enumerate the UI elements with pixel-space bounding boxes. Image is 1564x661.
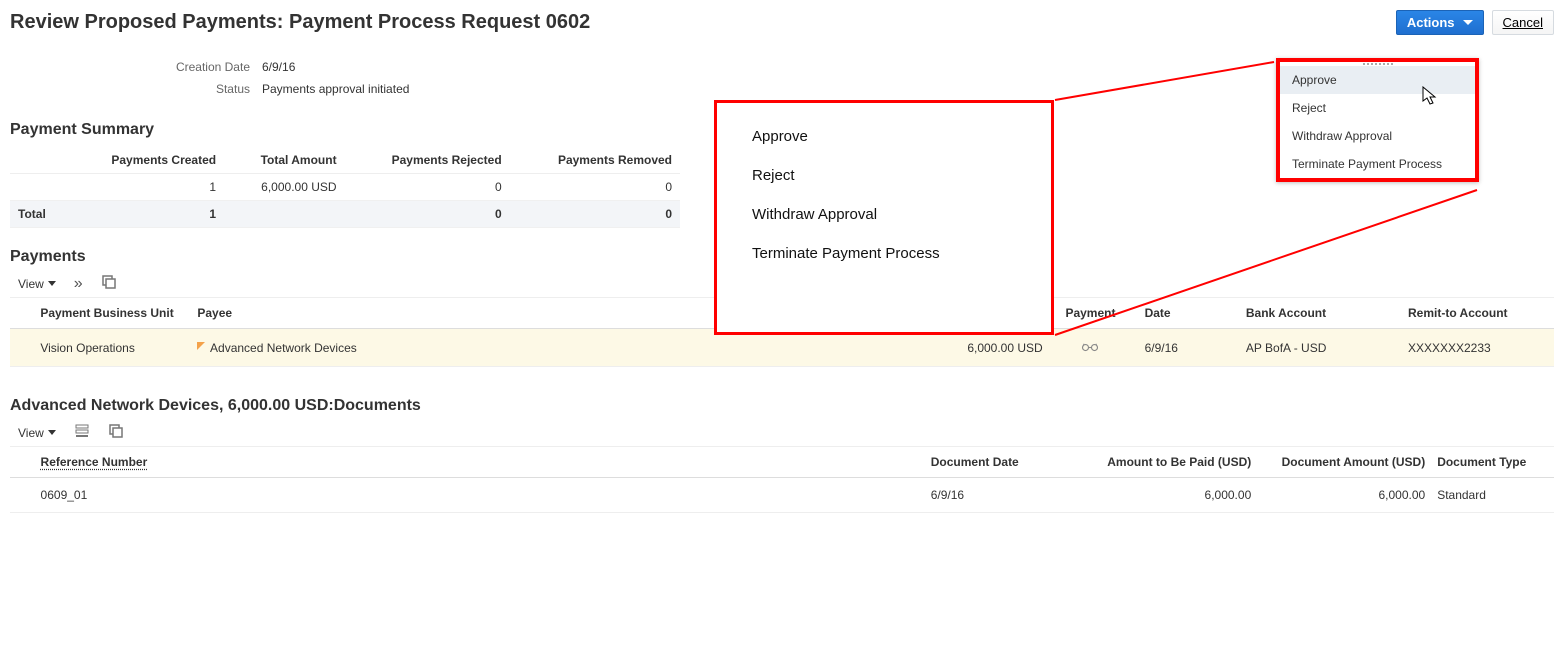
actions-button[interactable]: Actions	[1396, 10, 1484, 35]
callout-approve: Approve	[752, 128, 1026, 145]
documents-header-row: Reference Number Document Date Amount to…	[10, 447, 1554, 478]
summary-total-row: Total 1 0 0	[10, 201, 680, 228]
chevron-down-icon	[48, 430, 56, 435]
summary-total-rejected: 0	[345, 201, 510, 228]
summary-total-created: 1	[66, 201, 224, 228]
actions-menu-reject[interactable]: Reject	[1280, 94, 1475, 122]
summary-col-removed: Payments Removed	[510, 147, 680, 174]
callout-terminate: Terminate Payment Process	[752, 245, 1026, 262]
chevron-down-icon	[48, 281, 56, 286]
documents-col-docamount: Document Amount (USD)	[1257, 447, 1431, 478]
chevron-down-icon	[1463, 20, 1473, 25]
payments-col-bank: Bank Account	[1240, 298, 1402, 329]
documents-row-tobepaid: 6,000.00	[1083, 478, 1257, 513]
documents-row-date: 6/9/16	[925, 478, 1084, 513]
documents-toolbar: View	[18, 423, 1554, 442]
row-indicator-icon	[197, 342, 205, 350]
payments-col-payment: Payment	[1042, 298, 1138, 329]
payments-row-payee-text: Advanced Network Devices	[210, 341, 357, 355]
documents-heading: Advanced Network Devices, 6,000.00 USD:D…	[10, 397, 1554, 415]
page-header: Review Proposed Payments: Payment Proces…	[10, 10, 1554, 35]
actions-menu-terminate[interactable]: Terminate Payment Process	[1280, 150, 1475, 178]
summary-header-row: Payments Created Total Amount Payments R…	[10, 147, 680, 174]
documents-col-type: Document Type	[1431, 447, 1554, 478]
payments-view-menu[interactable]: View	[18, 277, 56, 291]
payments-row-bu: Vision Operations	[34, 329, 191, 367]
summary-amount: 6,000.00 USD	[224, 174, 344, 201]
query-by-example-icon[interactable]	[74, 423, 90, 442]
actions-button-label: Actions	[1407, 15, 1455, 30]
callout-zoom: Approve Reject Withdraw Approval Termina…	[714, 100, 1054, 335]
summary-total-amount	[224, 201, 344, 228]
summary-table: Payments Created Total Amount Payments R…	[10, 147, 680, 228]
meta-value-creation-date: 6/9/16	[262, 60, 295, 74]
documents-row-amount: 6,000.00	[1257, 478, 1431, 513]
actions-menu-withdraw[interactable]: Withdraw Approval	[1280, 122, 1475, 150]
meta-label-status: Status	[100, 82, 250, 96]
actions-menu: Approve Reject Withdraw Approval Termina…	[1276, 58, 1479, 182]
payments-row-remit: XXXXXXX2233	[1402, 329, 1554, 367]
documents-col-ref[interactable]: Reference Number	[35, 447, 925, 478]
documents-row[interactable]: 0609_01 6/9/16 6,000.00 6,000.00 Standar…	[10, 478, 1554, 513]
summary-col-created: Payments Created	[66, 147, 224, 174]
summary-created: 1	[66, 174, 224, 201]
summary-rejected: 0	[345, 174, 510, 201]
cancel-button-label: Cancel	[1503, 15, 1543, 30]
payments-col-bu: Payment Business Unit	[34, 298, 191, 329]
meta-value-status: Payments approval initiated	[262, 82, 409, 96]
summary-col-rejected: Payments Rejected	[345, 147, 510, 174]
glasses-icon	[1081, 342, 1099, 356]
documents-view-menu[interactable]: View	[18, 426, 56, 440]
summary-data-row: 1 6,000.00 USD 0 0	[10, 174, 680, 201]
payments-col-date: Date	[1139, 298, 1240, 329]
payments-row-bank: AP BofA - USD	[1240, 329, 1402, 367]
header-buttons: Actions Cancel	[1396, 10, 1554, 35]
callout-reject: Reject	[752, 167, 1026, 184]
documents-row-ref: 0609_01	[35, 478, 925, 513]
payments-col-remit: Remit-to Account	[1402, 298, 1554, 329]
callout-withdraw: Withdraw Approval	[752, 206, 1026, 223]
actions-menu-approve[interactable]: Approve	[1280, 66, 1475, 94]
meta-label-creation-date: Creation Date	[100, 60, 250, 74]
expand-all-icon[interactable]	[74, 275, 83, 293]
page-root: Review Proposed Payments: Payment Proces…	[0, 0, 1564, 543]
documents-view-label: View	[18, 426, 44, 440]
summary-total-removed: 0	[510, 201, 680, 228]
documents-col-date: Document Date	[925, 447, 1084, 478]
cancel-button[interactable]: Cancel	[1492, 10, 1554, 35]
summary-total-label: Total	[10, 201, 66, 228]
cursor-icon	[1422, 86, 1438, 109]
payments-row-date: 6/9/16	[1139, 329, 1240, 367]
summary-removed: 0	[510, 174, 680, 201]
payments-view-label: View	[18, 277, 44, 291]
documents-table: Reference Number Document Date Amount to…	[10, 446, 1554, 513]
page-title: Review Proposed Payments: Payment Proces…	[10, 11, 590, 34]
documents-col-tobepaid: Amount to Be Paid (USD)	[1083, 447, 1257, 478]
detach-icon[interactable]	[108, 423, 124, 442]
detach-icon[interactable]	[101, 274, 117, 293]
documents-row-type: Standard	[1431, 478, 1554, 513]
summary-col-total: Total Amount	[224, 147, 344, 174]
payments-row-payment[interactable]	[1042, 329, 1138, 367]
